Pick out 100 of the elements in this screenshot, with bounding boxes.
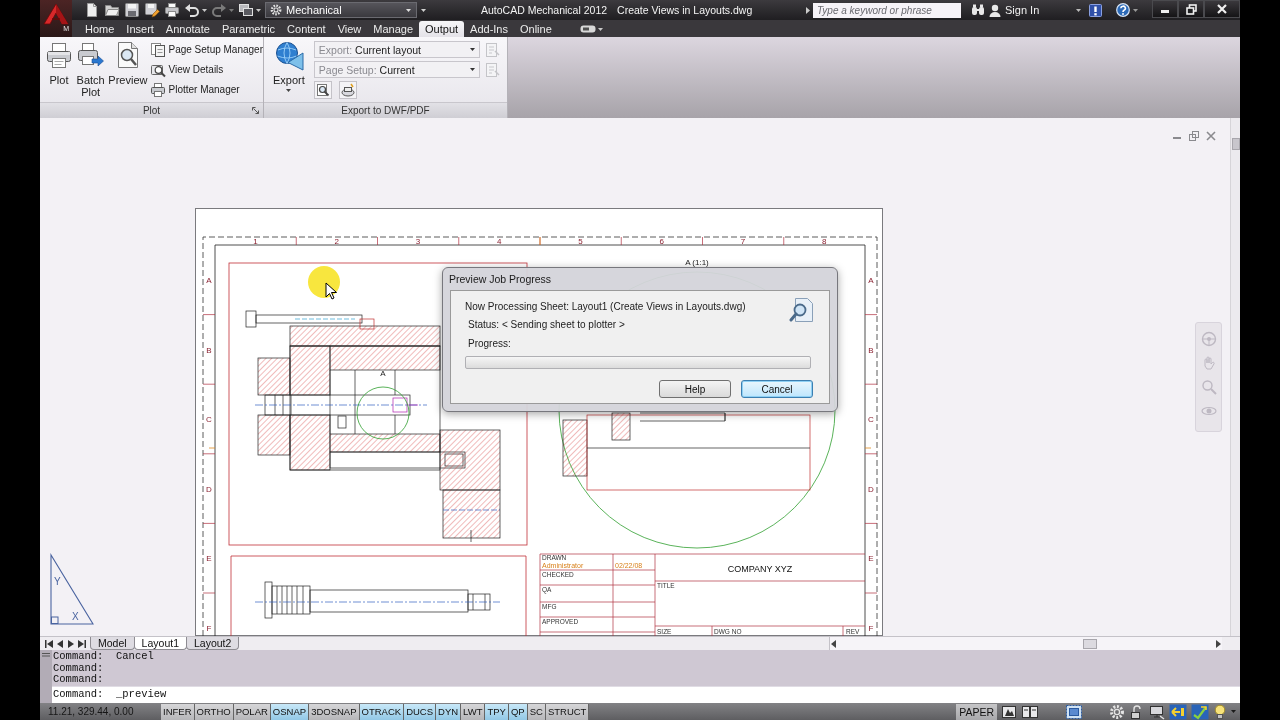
windows-icon[interactable] [238, 2, 254, 18]
caret-icon [469, 48, 475, 51]
restore-button[interactable] [1178, 0, 1204, 18]
minimize-button[interactable] [1152, 0, 1178, 18]
drafting-toggle[interactable]: LWT [461, 704, 486, 720]
expand-arrow-icon[interactable] [806, 6, 810, 14]
dialog-title: Preview Job Progress [448, 272, 553, 287]
right-arrow-icon[interactable] [1214, 639, 1222, 648]
workspace-dropdown[interactable]: Mechanical [265, 2, 417, 18]
layout-tab[interactable]: Layout1 [133, 637, 187, 650]
scrollbar-thumb[interactable] [1083, 638, 1097, 649]
ribbon-tab[interactable]: Online [514, 21, 558, 37]
help-icon[interactable] [1116, 3, 1130, 17]
ribbon-large-button[interactable]: Plot [45, 41, 73, 102]
folder-icon[interactable] [104, 2, 120, 18]
dialog-button[interactable]: Cancel [741, 380, 813, 398]
previous-tab-icon[interactable] [55, 638, 65, 649]
check-arrow-icon[interactable] [1191, 703, 1209, 720]
drafting-toggle[interactable]: OSNAP [270, 704, 310, 720]
drafting-toggle[interactable]: STRUCT [545, 704, 590, 720]
save-as-icon[interactable] [144, 2, 160, 18]
ribbon-small-button[interactable]: View Details [150, 61, 263, 78]
viewport-frame-icon[interactable] [1065, 703, 1083, 720]
ribbon-tab[interactable]: View [331, 21, 368, 37]
pages-icon [150, 41, 167, 58]
grip-icon[interactable] [42, 653, 50, 657]
redo-icon[interactable] [211, 2, 227, 18]
close-icon [1217, 4, 1227, 14]
restore-icon[interactable] [1189, 131, 1199, 141]
next-tab-icon[interactable] [66, 638, 76, 649]
launcher-arrow-icon[interactable] [252, 107, 259, 114]
drafting-toggle[interactable]: DYN [436, 704, 462, 720]
ribbon-tab[interactable]: Output [419, 21, 465, 37]
dialog-button[interactable]: Help [659, 380, 731, 398]
arrow-bar-icon[interactable] [1169, 703, 1187, 720]
caret-icon[interactable] [421, 8, 426, 12]
drafting-toggle[interactable]: 3DOSNAP [309, 704, 360, 720]
layout-tab[interactable]: Model [90, 637, 135, 650]
zone-number: 7 [740, 237, 746, 246]
scrollbar-thumb[interactable] [1231, 138, 1240, 150]
save-icon[interactable] [124, 2, 140, 18]
export-button[interactable]: Export [273, 41, 305, 102]
caret-icon[interactable] [1133, 8, 1138, 12]
caret-icon[interactable] [202, 8, 207, 12]
layout-mode-button[interactable]: PAPER [956, 703, 997, 720]
caret-icon[interactable] [597, 27, 603, 31]
toggle-switch-icon[interactable] [579, 24, 596, 34]
ribbon-tab[interactable]: Content [281, 21, 332, 37]
drafting-toggle[interactable]: OTRACK [359, 704, 405, 720]
binoculars-icon[interactable] [971, 4, 985, 16]
export-dropdown[interactable]: Export: Current layout [313, 41, 480, 58]
caret-icon[interactable] [256, 8, 261, 12]
zone-letter: C [868, 415, 874, 425]
zone-letter: E [206, 554, 212, 564]
ribbon-tab[interactable]: Insert [120, 21, 160, 37]
ribbon-tab[interactable]: Add-Ins [464, 21, 514, 37]
status-text: Status: < Sending sheet to plotter > [467, 319, 626, 331]
vertical-scrollbar[interactable] [1230, 118, 1240, 636]
drafting-toggle[interactable]: INFER [161, 704, 195, 720]
gear-icon[interactable] [1109, 703, 1125, 720]
ribbon-tab[interactable]: Annotate [159, 21, 216, 37]
ribbon-large-button[interactable]: Batch Plot [74, 41, 108, 102]
undo-icon[interactable] [184, 2, 200, 18]
picture-frame-icon[interactable] [1001, 704, 1017, 719]
ribbon-small-button[interactable]: Plotter Manager [150, 81, 263, 98]
ribbon-tab[interactable]: Home [79, 21, 121, 37]
ribbon-tab[interactable]: Manage [367, 21, 420, 37]
close-button[interactable] [1204, 0, 1240, 18]
horizontal-scrollbar[interactable] [829, 637, 1222, 650]
command-window-grip[interactable] [40, 650, 52, 703]
last-tab-icon[interactable] [77, 638, 87, 649]
two-panes-icon[interactable] [1021, 704, 1039, 719]
right-angle-marker-icon [51, 616, 59, 624]
publish-button[interactable] [338, 81, 357, 99]
search-field[interactable]: Type a keyword or phrase [813, 2, 961, 18]
first-tab-icon[interactable] [44, 638, 54, 649]
ribbon-small-button[interactable]: Page Setup Manager [150, 41, 263, 58]
alert-icon[interactable] [1089, 3, 1102, 17]
logo-icon [43, 3, 69, 25]
left-arrow-icon[interactable] [830, 639, 838, 648]
new-file-icon[interactable] [84, 2, 100, 18]
zone-letter: D [206, 484, 212, 494]
layout-tab[interactable]: Layout2 [186, 637, 240, 650]
preview-export-button[interactable] [313, 81, 332, 99]
drafting-toggle[interactable]: TPY [485, 704, 509, 720]
monitor-icon[interactable] [1149, 703, 1165, 720]
processing-sheet-text: Now Processing Sheet: Layout1 (Create Views in Layouts.dwg) [465, 301, 746, 312]
close-icon[interactable] [1206, 131, 1216, 141]
drafting-toggle[interactable]: ORTHO [194, 704, 234, 720]
ribbon-large-button[interactable]: Preview [108, 41, 148, 102]
ribbon-tab[interactable]: Parametric [215, 21, 282, 37]
command-input[interactable]: Command: _preview [52, 686, 1240, 703]
drafting-toggle[interactable]: DUCS [404, 704, 437, 720]
printer-icon[interactable] [164, 2, 180, 18]
light-bulb-icon[interactable] [1213, 703, 1227, 720]
axis-label: Y [54, 576, 61, 587]
zone-letter: A [868, 276, 874, 285]
drafting-toggle[interactable]: POLAR [233, 704, 271, 720]
page-setup-dropdown[interactable]: Page Setup: Current [313, 61, 480, 78]
sign-in-button[interactable]: Sign In [989, 3, 1081, 17]
